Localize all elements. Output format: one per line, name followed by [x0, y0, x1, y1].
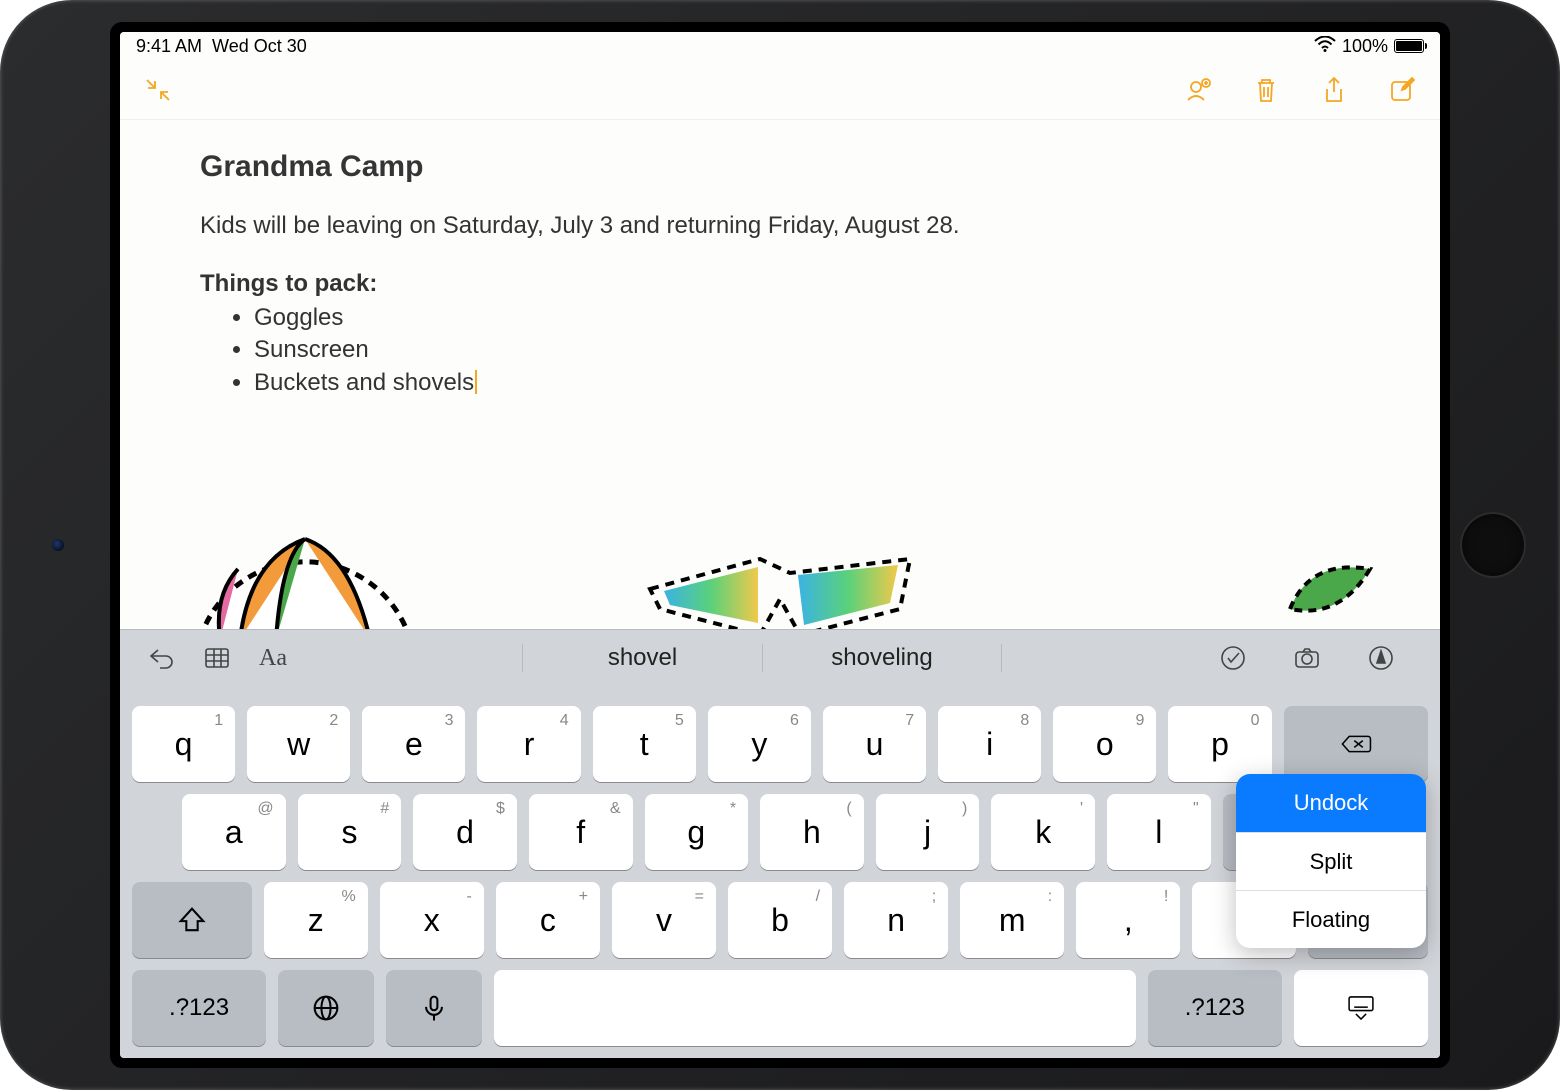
- compose-icon[interactable]: [1384, 72, 1420, 108]
- key-p[interactable]: p0: [1168, 706, 1271, 782]
- key-row-3: z%x-c+v=b/n;m:,!.?: [132, 882, 1428, 958]
- note-toolbar: [120, 60, 1440, 120]
- table-icon[interactable]: [198, 639, 236, 677]
- key-f[interactable]: f&: [529, 794, 633, 870]
- dictation-key[interactable]: [386, 970, 482, 1046]
- menu-item-split[interactable]: Split: [1236, 832, 1426, 890]
- key-,[interactable]: ,!: [1076, 882, 1180, 958]
- format-icon[interactable]: Aa: [254, 639, 292, 677]
- menu-item-floating[interactable]: Floating: [1236, 890, 1426, 948]
- markup-icon[interactable]: [1362, 639, 1400, 677]
- menu-item-undock[interactable]: Undock: [1236, 774, 1426, 832]
- note-title: Grandma Camp: [200, 150, 1360, 184]
- ipad-frame: 9:41 AM Wed Oct 30 100%: [0, 0, 1560, 1090]
- key-u[interactable]: u7: [823, 706, 926, 782]
- wifi-icon: [1314, 36, 1336, 57]
- backspace-key[interactable]: [1284, 706, 1428, 782]
- key-x[interactable]: x-: [380, 882, 484, 958]
- key-z[interactable]: z%: [264, 882, 368, 958]
- globe-key[interactable]: [278, 970, 374, 1046]
- key-n[interactable]: n;: [844, 882, 948, 958]
- key-b[interactable]: b/: [728, 882, 832, 958]
- key-g[interactable]: g*: [645, 794, 749, 870]
- key-e[interactable]: e3: [362, 706, 465, 782]
- key-row-2: a@s#d$f&g*h(j)k'l": [132, 794, 1428, 870]
- key-t[interactable]: t5: [593, 706, 696, 782]
- key-v[interactable]: v=: [612, 882, 716, 958]
- quicktype-suggestions: shovel shoveling: [310, 644, 1214, 672]
- key-j[interactable]: j): [876, 794, 980, 870]
- key-k[interactable]: k': [991, 794, 1095, 870]
- key-row-1: q1w2e3r4t5y6u7i8o9p0: [132, 706, 1428, 782]
- numbers-key[interactable]: .?123: [132, 970, 266, 1046]
- note-content[interactable]: Grandma Camp Kids will be leaving on Sat…: [120, 120, 1440, 629]
- key-w[interactable]: w2: [247, 706, 350, 782]
- beachball-sketch: [180, 499, 420, 629]
- key-o[interactable]: o9: [1053, 706, 1156, 782]
- key-c[interactable]: c+: [496, 882, 600, 958]
- numbers-key[interactable]: .?123: [1148, 970, 1282, 1046]
- list-item: Goggles: [254, 302, 1360, 334]
- key-h[interactable]: h(: [760, 794, 864, 870]
- key-q[interactable]: q1: [132, 706, 235, 782]
- suggestion[interactable]: shovel: [522, 644, 762, 672]
- sketch-area: [180, 499, 1380, 629]
- suggestion[interactable]: shoveling: [762, 644, 1002, 672]
- keyboard-toolbar: Aa shovel shoveling: [120, 630, 1440, 686]
- camera-icon[interactable]: [1288, 639, 1326, 677]
- leaf-sketch: [1280, 549, 1380, 629]
- key-y[interactable]: y6: [708, 706, 811, 782]
- screen: 9:41 AM Wed Oct 30 100%: [120, 32, 1440, 1058]
- shift-key[interactable]: [132, 882, 252, 958]
- bezel: 9:41 AM Wed Oct 30 100%: [110, 22, 1450, 1068]
- list-header: Things to pack:: [200, 270, 1360, 298]
- key-l[interactable]: l": [1107, 794, 1211, 870]
- trash-icon[interactable]: [1248, 72, 1284, 108]
- battery-icon: [1394, 39, 1424, 53]
- packing-list: Goggles Sunscreen Buckets and shovels: [254, 302, 1360, 399]
- dismiss-keyboard-key[interactable]: [1294, 970, 1428, 1046]
- key-r[interactable]: r4: [477, 706, 580, 782]
- note-paragraph: Kids will be leaving on Saturday, July 3…: [200, 212, 1360, 240]
- key-i[interactable]: i8: [938, 706, 1041, 782]
- key-a[interactable]: a@: [182, 794, 286, 870]
- text-cursor: [475, 370, 477, 394]
- key-row-4: .?123 .?123: [132, 970, 1428, 1046]
- key-d[interactable]: d$: [413, 794, 517, 870]
- status-bar: 9:41 AM Wed Oct 30 100%: [120, 32, 1440, 60]
- front-camera: [52, 539, 64, 551]
- onscreen-keyboard: Aa shovel shoveling q1w2e3r4t5y6u7i8o9p0…: [120, 629, 1440, 1058]
- share-icon[interactable]: [1316, 72, 1352, 108]
- status-time: 9:41 AM: [136, 36, 202, 57]
- key-m[interactable]: m:: [960, 882, 1064, 958]
- battery-percent: 100%: [1342, 36, 1388, 57]
- home-button[interactable]: [1460, 512, 1526, 578]
- list-item: Buckets and shovels: [254, 367, 1360, 399]
- list-item: Sunscreen: [254, 334, 1360, 366]
- space-key[interactable]: [494, 970, 1136, 1046]
- sunglasses-sketch: [640, 539, 920, 629]
- status-date: Wed Oct 30: [212, 36, 307, 57]
- key-s[interactable]: s#: [298, 794, 402, 870]
- collaborate-icon[interactable]: [1180, 72, 1216, 108]
- keyboard-options-menu: Undock Split Floating: [1236, 774, 1426, 948]
- undo-icon[interactable]: [142, 639, 180, 677]
- collapse-icon[interactable]: [140, 72, 176, 108]
- checklist-icon[interactable]: [1214, 639, 1252, 677]
